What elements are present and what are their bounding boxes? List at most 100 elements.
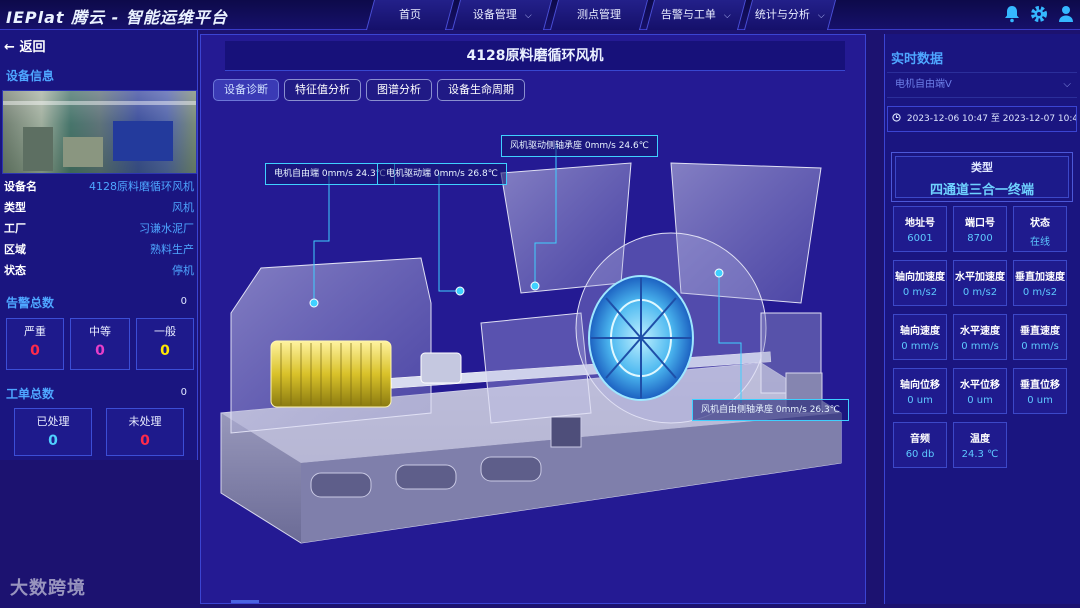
back-label: 返回 [19, 40, 46, 55]
info-key: 类型 [4, 201, 26, 214]
info-area: 区域 熟料生产 [4, 241, 194, 261]
nav-statistics[interactable]: 统计与分析 ⌵ [743, 0, 837, 30]
date-range-picker[interactable]: 2023-12-06 10:47 至 2023-12-07 10:47 [887, 106, 1077, 132]
user-icon[interactable] [1058, 5, 1074, 28]
info-key: 工厂 [4, 222, 26, 235]
cell-label: 地址号 [905, 218, 935, 229]
header-icons [1004, 5, 1074, 28]
alarm-medium-box[interactable]: 中等 0 [70, 318, 130, 370]
info-key: 区域 [4, 243, 26, 256]
tab-lifecycle[interactable]: 设备生命周期 [437, 79, 525, 101]
info-value: 熟料生产 [150, 243, 194, 256]
workorder-pending-box[interactable]: 未处理 0 [106, 408, 184, 456]
stat-label: 一般 [154, 325, 176, 338]
nav-device-management[interactable]: 设备管理 ⌵ [451, 0, 553, 30]
cell-axial-displacement: 轴向位移 0 um [893, 368, 947, 414]
tab-spectrum-analysis[interactable]: 图谱分析 [366, 79, 432, 101]
callout-fan-free-bearing[interactable]: 风机自由侧轴承座 0mm/s 26.3℃ [692, 399, 849, 421]
top-bar: IEPlat 腾云 - 智能运维平台 首页 设备管理 ⌵ 测点管理 告警与工单 ⌵ … [0, 0, 1080, 30]
type-value: 四通道三合一终端 [929, 183, 1034, 198]
cell-label: 温度 [970, 434, 990, 445]
nav-home[interactable]: 首页 [365, 0, 455, 30]
cell-vertical-acceleration: 垂直加速度 0 m/s2 [1013, 260, 1067, 306]
cell-value: 0 m/s2 [962, 287, 998, 298]
nav-label: 告警与工单 [660, 8, 716, 21]
stat-label: 已处理 [36, 415, 70, 428]
cell-label: 水平速度 [960, 326, 1000, 337]
cell-value: 0 mm/s [1021, 341, 1059, 352]
right-panel: 实时数据 电机自由端V ⌵ 2023-12-06 10:47 至 2023-12… [884, 34, 1080, 604]
cell-label: 垂直位移 [1020, 380, 1060, 391]
cell-value: 6001 [907, 233, 933, 244]
watermark-logo: 大数跨境 [10, 578, 86, 599]
tab-diagnosis[interactable]: 设备诊断 [213, 79, 279, 101]
stat-label: 未处理 [128, 415, 162, 428]
clock-icon [892, 113, 904, 124]
terminal-type-box: 类型 四通道三合一终端 [891, 152, 1073, 202]
measure-point-select[interactable]: 电机自由端V ⌵ [887, 72, 1077, 98]
gear-icon[interactable] [1030, 5, 1048, 28]
info-type: 类型 风机 [4, 199, 194, 219]
workorder-done-box[interactable]: 已处理 0 [14, 408, 92, 456]
back-button[interactable]: ← 返回 [4, 36, 45, 55]
scroll-indicator [231, 600, 259, 603]
cell-audio: 音频 60 db [893, 422, 947, 468]
app-brand: IEPlat 腾云 - 智能运维平台 [6, 8, 228, 27]
cell-horizontal-displacement: 水平位移 0 um [953, 368, 1007, 414]
chevron-down-icon: ⌵ [817, 11, 825, 21]
cell-label: 轴向加速度 [895, 272, 945, 283]
cell-horizontal-velocity: 水平速度 0 mm/s [953, 314, 1007, 360]
callout-fan-drive-bearing[interactable]: 风机驱动侧轴承座 0mm/s 24.6℃ [501, 135, 658, 157]
machine-3d-model[interactable] [201, 113, 867, 593]
cell-value: 24.3 ℃ [961, 449, 999, 460]
cell-status: 状态 在线 [1013, 206, 1067, 252]
cell-label: 端口号 [965, 218, 995, 229]
realtime-title: 实时数据 [891, 52, 944, 67]
cell-value: 0 um [907, 395, 933, 406]
device-title: 4128原料磨循环风机 [225, 41, 845, 71]
info-device-name: 设备名 4128原料磨循环风机 [4, 178, 194, 198]
stat-label: 中等 [89, 325, 111, 338]
alarm-total-title: 告警总数 [6, 296, 55, 310]
stat-value: 0 [30, 343, 40, 359]
type-label: 类型 [971, 161, 993, 174]
date-start: 2023-12-06 10:47 [906, 114, 988, 124]
cell-label: 垂直速度 [1020, 326, 1060, 337]
center-panel: 4128原料磨循环风机 设备诊断 特征值分析 图谱分析 设备生命周期 电机自由端… [200, 34, 866, 604]
info-value: 习谦水泥厂 [139, 222, 194, 235]
stat-value: 0 [160, 343, 170, 359]
stat-value: 0 [95, 343, 105, 359]
nav-measure-point[interactable]: 测点管理 [549, 0, 649, 30]
cell-label: 垂直加速度 [1015, 272, 1065, 283]
info-value: 风机 [172, 201, 194, 214]
main-nav: 首页 设备管理 ⌵ 测点管理 告警与工单 ⌵ 统计与分析 ⌵ [365, 0, 838, 30]
arrow-left-icon: ← [4, 40, 15, 55]
tab-feature-analysis[interactable]: 特征值分析 [284, 79, 361, 101]
cell-vertical-velocity: 垂直速度 0 mm/s [1013, 314, 1067, 360]
cell-axial-acceleration: 轴向加速度 0 m/s2 [893, 260, 947, 306]
callout-motor-drive-end[interactable]: 电机驱动端 0mm/s 26.8℃ [377, 163, 507, 185]
callout-motor-free-end[interactable]: 电机自由端 0mm/s 24.3℃ [265, 163, 395, 185]
cell-value: 0 mm/s [901, 341, 939, 352]
alarm-total-count: 0 [180, 296, 187, 307]
cell-value: 8700 [967, 233, 993, 244]
alarm-severe-box[interactable]: 严重 0 [6, 318, 64, 370]
cell-value: 0 m/s2 [1022, 287, 1058, 298]
device-photo [2, 90, 197, 174]
nav-alarm-workorder[interactable]: 告警与工单 ⌵ [645, 0, 747, 30]
cell-label: 水平加速度 [955, 272, 1005, 283]
chevron-down-icon: ⌵ [723, 11, 731, 21]
chevron-down-icon: ⌵ [1063, 79, 1071, 90]
alarm-normal-box[interactable]: 一般 0 [136, 318, 194, 370]
bell-icon[interactable] [1004, 5, 1020, 28]
stat-value: 0 [48, 433, 58, 449]
cell-label: 音频 [910, 434, 930, 445]
cell-value: 0 m/s2 [902, 287, 938, 298]
cell-value: 0 mm/s [961, 341, 999, 352]
workorder-total-count: 0 [180, 387, 187, 398]
nav-label: 设备管理 [472, 8, 517, 21]
cell-value: 60 db [905, 449, 935, 460]
cell-label: 水平位移 [960, 380, 1000, 391]
chevron-down-icon: ⌵ [524, 11, 532, 21]
cell-value: 0 um [967, 395, 993, 406]
